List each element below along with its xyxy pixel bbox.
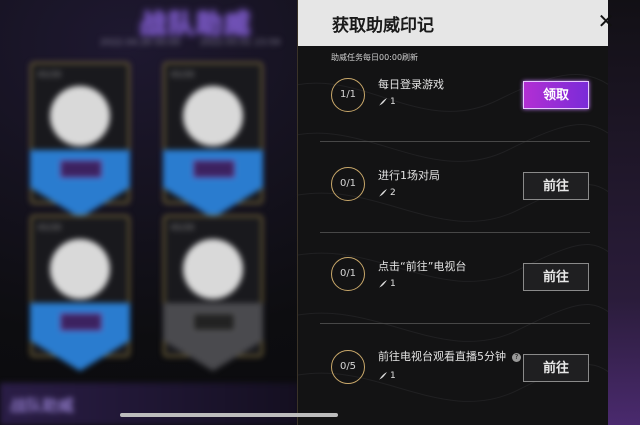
divider xyxy=(320,141,590,142)
task-reward: 1 xyxy=(378,371,396,381)
team-card-tag: 01/20 xyxy=(38,223,62,232)
task-item: 0/5 前往电视台观看直播5分钟? 1 前往 xyxy=(298,334,608,424)
feather-icon xyxy=(379,189,387,197)
close-icon[interactable]: ✕ xyxy=(594,9,618,33)
cheer-button[interactable] xyxy=(60,160,102,178)
divider xyxy=(320,323,590,324)
cheer-button[interactable] xyxy=(60,313,102,331)
team-card-tag: 01/20 xyxy=(171,223,195,232)
task-name-text: 前往电视台观看直播5分钟 xyxy=(378,350,506,363)
task-item: 0/1 点击“前往”电视台 1 前往 xyxy=(298,244,608,334)
background-date-end: 2022.05.01 23:59 xyxy=(200,38,281,48)
feather-icon xyxy=(379,280,387,288)
go-button[interactable]: 前往 xyxy=(523,354,589,382)
task-reward-count: 2 xyxy=(390,188,396,198)
task-progress: 0/1 xyxy=(331,167,365,201)
panel-title: 获取助威印记 xyxy=(332,16,434,36)
task-reward-count: 1 xyxy=(390,371,396,381)
team-card: 01/20 xyxy=(163,62,263,218)
task-reward: 1 xyxy=(378,279,396,289)
background-title: 战队助威 xyxy=(140,10,253,40)
team-card-tag: 01/20 xyxy=(38,70,62,79)
home-indicator[interactable] xyxy=(120,413,338,417)
task-progress: 1/1 xyxy=(331,78,365,112)
team-card: 01/20 xyxy=(163,215,263,371)
task-name: 前往电视台观看直播5分钟? xyxy=(378,348,521,364)
task-reward: 2 xyxy=(378,188,396,198)
team-logo xyxy=(50,86,110,146)
task-item: 0/1 进行1场对局 2 前往 xyxy=(298,153,608,243)
panel-header: 获取助威印记 ✕ xyxy=(298,0,614,46)
task-reward-count: 1 xyxy=(390,279,396,289)
background-bottom-label: 战队助威 xyxy=(10,396,75,415)
feather-icon xyxy=(379,372,387,380)
task-progress: 0/1 xyxy=(331,257,365,291)
cheer-button[interactable] xyxy=(193,313,235,331)
claim-button[interactable]: 领取 xyxy=(523,81,589,109)
team-logo xyxy=(183,239,243,299)
go-button[interactable]: 前往 xyxy=(523,172,589,200)
task-progress: 0/5 xyxy=(331,350,365,384)
team-logo xyxy=(183,86,243,146)
help-icon[interactable]: ? xyxy=(512,352,521,362)
task-name: 点击“前往”电视台 xyxy=(378,260,467,273)
task-name: 每日登录游戏 xyxy=(378,78,444,91)
divider xyxy=(320,232,590,233)
cheer-mark-panel: 获取助威印记 ✕ 助威任务每日00:00刷新 1/1 每日登录游戏 1 领取 0… xyxy=(297,0,614,425)
feather-icon xyxy=(379,98,387,106)
team-card: 01/20 xyxy=(30,215,130,371)
task-name: 进行1场对局 xyxy=(378,169,440,182)
refresh-note: 助威任务每日00:00刷新 xyxy=(331,53,419,62)
task-item: 1/1 每日登录游戏 1 领取 xyxy=(298,66,608,156)
team-card: 01/20 xyxy=(30,62,130,218)
background-date-start: 2022.04.26 00:00 xyxy=(100,38,181,48)
go-button[interactable]: 前往 xyxy=(523,263,589,291)
team-logo xyxy=(50,239,110,299)
task-reward-count: 1 xyxy=(390,97,396,107)
cheer-button[interactable] xyxy=(193,160,235,178)
team-card-tag: 01/20 xyxy=(171,70,195,79)
task-reward: 1 xyxy=(378,97,396,107)
